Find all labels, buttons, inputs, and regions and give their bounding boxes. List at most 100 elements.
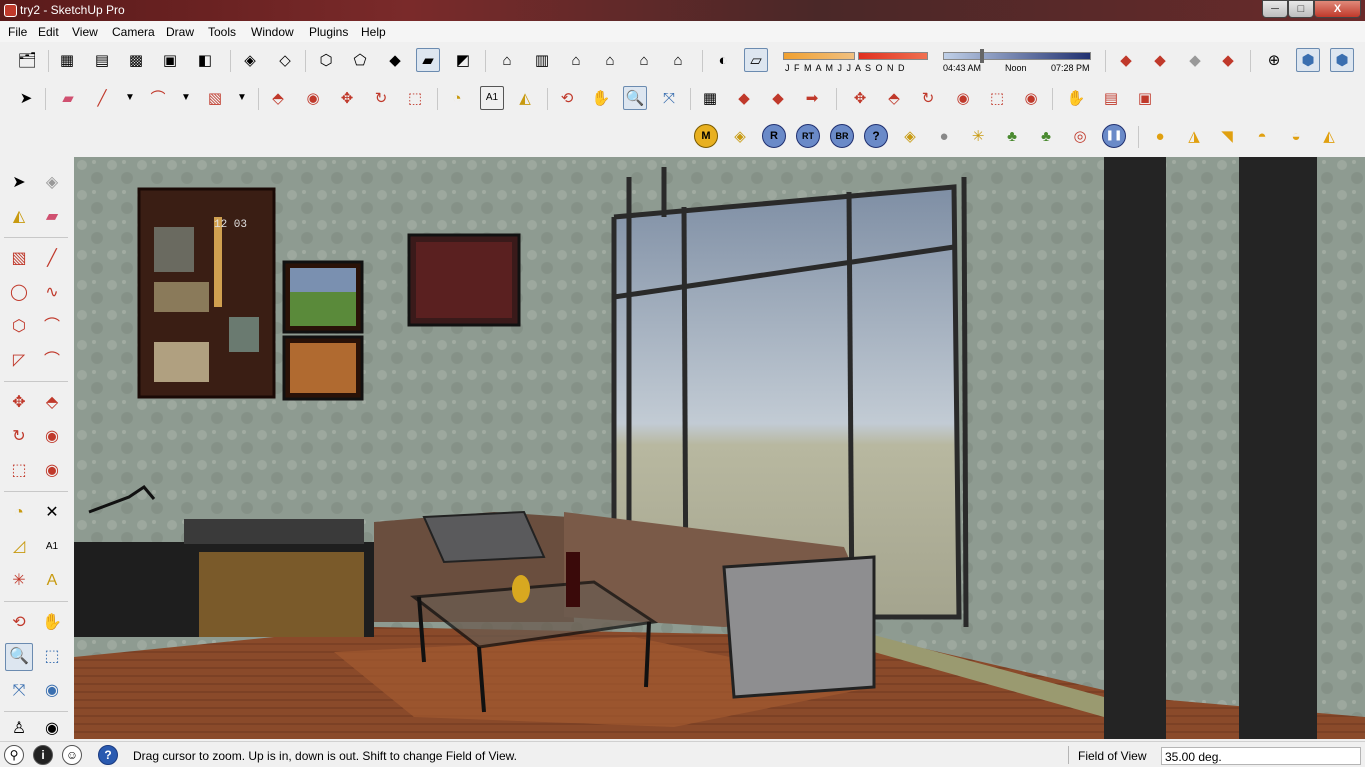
plugin-target-icon[interactable]: ◎	[1068, 124, 1092, 148]
tape-measure-icon-left[interactable]: ◔	[5, 499, 33, 527]
menu-tools[interactable]: Tools	[208, 25, 236, 39]
plugin-red-icon-3[interactable]: ◆	[1216, 48, 1240, 72]
rectangle-icon[interactable]: ▧	[203, 86, 227, 110]
menu-view[interactable]: View	[72, 25, 98, 39]
shadow-settings-icon[interactable]: ◐	[711, 48, 735, 72]
eraser-icon-left[interactable]: ▰	[38, 203, 66, 231]
pie-icon-left[interactable]: ◸	[5, 347, 33, 375]
model-viewport[interactable]: 12 03	[74, 157, 1365, 739]
perspective-icon-1[interactable]: ⬢	[1296, 48, 1320, 72]
position-camera-icon[interactable]: ⊕	[1262, 48, 1286, 72]
light-tag-icon[interactable]: ◭	[1317, 124, 1341, 148]
plugin-light-icon[interactable]: ✳	[966, 124, 990, 148]
plugin-tree-icon-2[interactable]: ♣	[1034, 124, 1058, 148]
tape-measure-icon[interactable]: ◔	[445, 86, 469, 110]
shadow-time-handle[interactable]	[980, 49, 984, 63]
offset-icon-left[interactable]: ◉	[38, 457, 66, 485]
plugin-icon-a[interactable]: ◆	[732, 86, 756, 110]
shadow-date-slider-left[interactable]	[783, 52, 855, 60]
components-window-icon[interactable]: ▤	[90, 48, 114, 72]
dimension-icon-left[interactable]: ✕	[38, 499, 66, 527]
polygon-icon-left[interactable]: ⬡	[5, 313, 33, 341]
move-icon-left[interactable]: ✥	[5, 389, 33, 417]
previous-view-icon-left[interactable]: ◉	[38, 677, 66, 705]
arc-dropdown-icon[interactable]: ▼	[174, 86, 198, 110]
menu-window[interactable]: Window	[251, 25, 294, 39]
select-arrow-icon[interactable]: ➤	[14, 86, 38, 110]
look-around-icon-left[interactable]: ◉	[38, 715, 66, 743]
push-pull-icon-2[interactable]: ⬘	[882, 86, 906, 110]
paint-bucket-icon[interactable]: ◭	[513, 86, 537, 110]
shaded-icon[interactable]: ◆	[383, 48, 407, 72]
menu-plugins[interactable]: Plugins	[309, 25, 348, 39]
instructor-help-icon[interactable]: ?	[98, 745, 118, 765]
menu-draw[interactable]: Draw	[166, 25, 194, 39]
paint-bucket-icon-left[interactable]: ◭	[5, 203, 33, 231]
dimension-text-icon[interactable]: A1	[480, 86, 504, 110]
close-button[interactable]: X	[1314, 0, 1361, 18]
back-edges-icon[interactable]: ◇	[273, 48, 297, 72]
light-cone-icon[interactable]: ◥	[1215, 124, 1239, 148]
push-pull-icon-left[interactable]: ⬘	[38, 389, 66, 417]
section-plane-icon[interactable]: ▤	[1099, 86, 1123, 110]
iso-view-icon[interactable]: ⌂	[495, 48, 519, 72]
scale-icon-2[interactable]: ⬚	[985, 86, 1009, 110]
line-icon-left[interactable]: ╱	[38, 245, 66, 273]
orbit-icon-left[interactable]: ⟲	[5, 609, 33, 637]
text-icon-left[interactable]: A1	[38, 533, 66, 561]
arc-icon-left[interactable]: ⌒	[38, 313, 66, 341]
get-models-icon[interactable]: 🗂	[15, 48, 39, 72]
rectangle-dropdown-icon[interactable]: ▼	[230, 86, 254, 110]
zoom-extents-icon-left[interactable]: ⤧	[5, 677, 33, 705]
measurement-value-box[interactable]: 35.00 deg.	[1161, 747, 1361, 765]
credits-icon[interactable]: i	[33, 745, 53, 765]
circle-icon-left[interactable]: ◯	[5, 279, 33, 307]
line-dropdown-icon[interactable]: ▼	[118, 86, 142, 110]
monochrome-icon[interactable]: ◩	[451, 48, 475, 72]
light-sphere-icon[interactable]: ●	[1148, 124, 1172, 148]
arc2-icon-left[interactable]: ⌒	[38, 347, 66, 375]
layer-icon[interactable]: ▣	[1133, 86, 1157, 110]
get-photo-texture-icon[interactable]: ▣	[158, 48, 182, 72]
scale-icon[interactable]: ⬚	[403, 86, 427, 110]
push-pull-icon[interactable]: ⬘	[266, 86, 290, 110]
hidden-line-icon[interactable]: ⬠	[348, 48, 372, 72]
shadow-time-slider[interactable]	[943, 52, 1091, 60]
follow-me-icon-left[interactable]: ◉	[38, 423, 66, 451]
plugin-r-icon[interactable]: R	[762, 124, 786, 148]
rotate-icon-left[interactable]: ↻	[5, 423, 33, 451]
user-icon[interactable]: ☺	[62, 745, 82, 765]
scale-icon-left[interactable]: ⬚	[5, 457, 33, 485]
top-view-icon[interactable]: ▥	[530, 48, 554, 72]
3d-text-icon-left[interactable]: A	[38, 567, 66, 595]
share-model-icon[interactable]: ▩	[124, 48, 148, 72]
perspective-icon-2[interactable]: ⬢	[1330, 48, 1354, 72]
plugin-m-icon[interactable]: M	[694, 124, 718, 148]
menu-file[interactable]: File	[8, 25, 27, 39]
arc-icon[interactable]: ⌒	[146, 86, 170, 110]
geo-location-icon[interactable]: ⚲	[4, 745, 24, 765]
light-dome-icon[interactable]: ◓	[1250, 124, 1274, 148]
left-view-icon[interactable]: ⌂	[666, 48, 690, 72]
offset-icon[interactable]: ◉	[951, 86, 975, 110]
pencil-line-icon[interactable]: ╱	[90, 86, 114, 110]
move-icon-2[interactable]: ✥	[848, 86, 872, 110]
zoom-extents-icon[interactable]: ⤧	[657, 86, 681, 110]
display-shadows-icon[interactable]: ▱	[744, 48, 768, 72]
move-icon[interactable]: ✥	[335, 86, 359, 110]
right-view-icon[interactable]: ⌂	[598, 48, 622, 72]
wireframe-icon[interactable]: ⬡	[314, 48, 338, 72]
shadow-date-slider-right[interactable]	[858, 52, 928, 60]
follow-me-icon[interactable]: ◉	[301, 86, 325, 110]
sandbox-icon[interactable]: ▦	[698, 86, 722, 110]
rectangle-icon-left[interactable]: ▧	[5, 245, 33, 273]
plugin-pause-icon[interactable]: ❚❚	[1102, 124, 1126, 148]
pan-hand-icon[interactable]: ✋	[589, 86, 613, 110]
orbit-icon[interactable]: ⟲	[555, 86, 579, 110]
zoom-icon[interactable]: 🔍	[623, 86, 647, 110]
follow-me-icon-2[interactable]: ◉	[1019, 86, 1043, 110]
share-component-icon[interactable]: ◧	[193, 48, 217, 72]
walk-icon-left[interactable]: ♙	[5, 715, 33, 743]
plugin-tag-icon[interactable]: ◈	[728, 124, 752, 148]
select-icon[interactable]: ➤	[5, 169, 33, 197]
